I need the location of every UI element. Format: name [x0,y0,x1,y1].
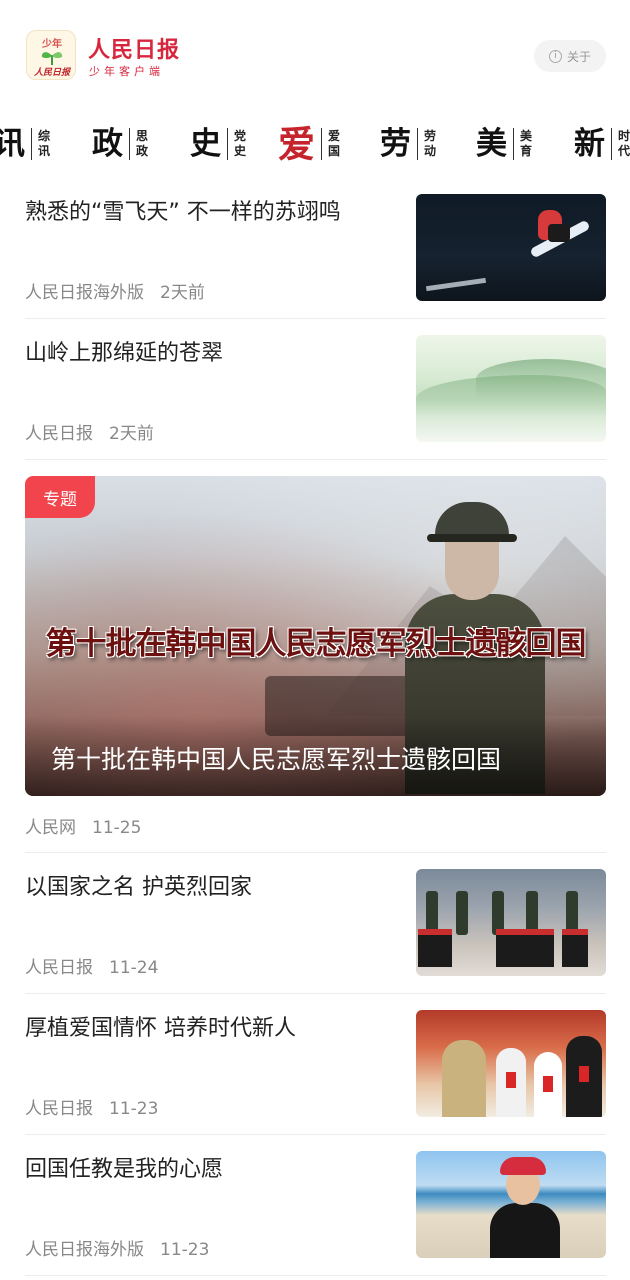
app-header: 少年 人民日报 人民日报 少年客户端 i 关于 [0,0,630,110]
honor-guard-image [416,869,606,976]
category-tab[interactable]: 新 时代 [574,122,630,166]
news-meta: 人民日报海外版 2天前 [25,278,205,303]
info-icon: i [548,49,562,63]
category-big-char: 新 [574,125,605,162]
category-big-char: 史 [190,125,221,162]
category-tab[interactable]: 美 美育 [476,122,534,166]
category-separator [129,128,130,160]
news-source: 人民日报 [25,424,93,444]
category-big-char: 劳 [380,125,411,162]
divider [25,1134,606,1135]
category-big-char: 美 [476,125,507,162]
category-small-label: 劳动 [424,129,437,158]
category-small-label: 党史 [234,129,247,158]
brand-subtitle: 少年客户端 [89,65,164,78]
sprout-icon [41,52,63,65]
news-source: 人民网 [25,818,76,838]
category-small-label: 时代 [618,129,630,158]
feature-meta: 人民网 11-25 [25,813,141,838]
category-tab-active[interactable]: 爱 爱国 [278,122,342,166]
news-source: 人民日报海外版 [25,283,144,303]
news-item[interactable]: 厚植爱国情怀 培养时代新人 人民日报 11-23 [25,1010,606,1119]
news-title: 山岭上那绵延的苍翠 [25,341,224,366]
news-meta: 人民日报 11-24 [25,953,158,978]
category-tab[interactable]: 史 党史 [190,122,248,166]
divider [25,993,606,994]
logo-bottom-text: 人民日报 [33,68,70,78]
category-small-label: 美育 [520,129,533,158]
news-title: 熟悉的“雪飞天” 不一样的苏翊鸣 [25,200,341,225]
category-separator [31,128,32,160]
category-big-char: 爱 [278,121,315,166]
divider [25,1275,606,1276]
veteran-kids-image [416,1010,606,1117]
category-small-label: 爱国 [328,129,341,158]
news-meta: 人民日报 11-23 [25,1094,158,1119]
news-time: 11-23 [160,1240,210,1260]
news-time: 11-24 [109,958,159,978]
category-separator [321,128,322,160]
category-separator [513,128,514,160]
brand-title: 人民日报 [88,37,181,63]
category-tab[interactable]: 政 思政 [92,122,150,166]
topic-badge: 专题 [25,476,95,518]
news-time: 11-23 [109,1099,159,1119]
divider [25,459,606,460]
news-item[interactable]: 以国家之名 护英烈回家 人民日报 11-24 [25,869,606,978]
news-item[interactable]: 回国任教是我的心愿 人民日报海外版 11-23 [25,1151,606,1260]
news-source: 人民日报 [25,1099,93,1119]
news-title: 厚植爱国情怀 培养时代新人 [25,1016,296,1041]
category-big-char: 讯 [0,125,25,162]
news-source: 人民日报海外版 [25,1240,144,1260]
news-meta: 人民日报海外版 11-23 [25,1235,209,1260]
news-source: 人民日报 [25,958,93,978]
category-separator [611,128,612,160]
news-title: 回国任教是我的心愿 [25,1157,224,1182]
mountain-mist-image [416,335,606,442]
news-meta: 人民日报 2天前 [25,419,154,444]
divider [25,852,606,853]
category-separator [417,128,418,160]
news-item[interactable]: 山岭上那绵延的苍翠 人民日报 2天前 [25,335,606,444]
category-nav[interactable]: 讯 综讯 政 思政 史 党史 爱 爱国 劳 劳动 美 美育 新 时代 [0,112,630,176]
news-time: 11-25 [92,818,142,838]
news-item[interactable]: 熟悉的“雪飞天” 不一样的苏翊鸣 人民日报海外版 2天前 [25,194,606,303]
snowboard-image [416,194,606,301]
app-logo: 少年 人民日报 [26,30,76,80]
category-tab[interactable]: 讯 综讯 [0,122,52,166]
about-label: 关于 [566,49,591,64]
news-title: 以国家之名 护英烈回家 [25,875,252,900]
feature-headline-art: 第十批在韩中国人民志愿军烈士遗骸回国 [45,626,587,662]
beach-portrait-image [416,1151,606,1258]
category-big-char: 政 [92,125,123,162]
news-time: 2天前 [160,283,205,303]
category-small-label: 综讯 [38,129,51,158]
category-tab[interactable]: 劳 劳动 [380,122,438,166]
feature-caption: 第十批在韩中国人民志愿军烈士遗骸回国 [51,745,502,774]
about-button[interactable]: i 关于 [534,40,606,72]
category-separator [227,128,228,160]
feature-card[interactable]: 第十批在韩中国人民志愿军烈士遗骸回国 第十批在韩中国人民志愿军烈士遗骸回国 专题 [25,476,606,796]
news-time: 2天前 [109,424,154,444]
category-small-label: 思政 [136,129,149,158]
divider [25,318,606,319]
